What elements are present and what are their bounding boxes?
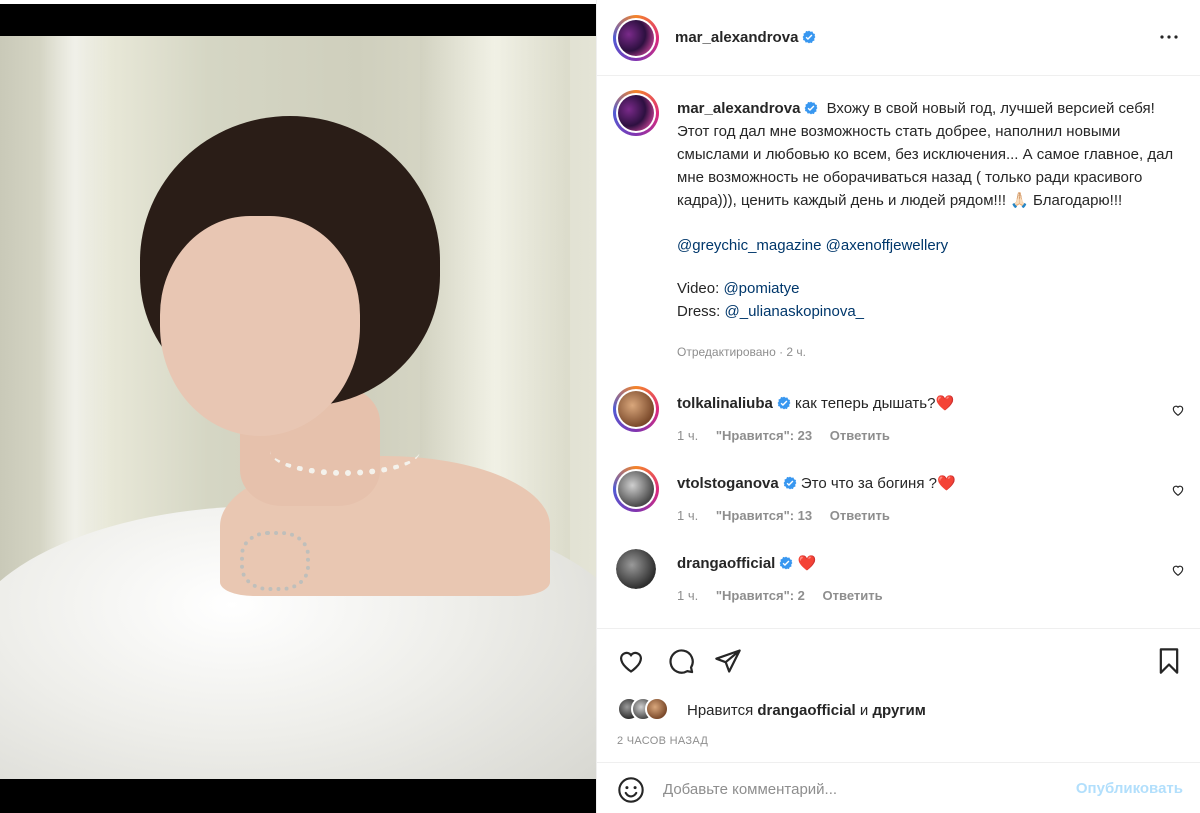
emoji-icon[interactable]: [617, 776, 645, 804]
commenter-avatar[interactable]: [616, 549, 656, 589]
top-strip: [0, 0, 596, 4]
mention-link[interactable]: @greychic_magazine: [677, 237, 821, 254]
more-icon[interactable]: [1157, 25, 1181, 49]
share-icon[interactable]: [714, 647, 742, 675]
caption-edited-meta: Отредактировано · 2 ч.: [677, 345, 806, 359]
liker-username[interactable]: drangaofficial: [757, 702, 855, 719]
verified-icon: [783, 476, 797, 490]
publish-button[interactable]: Опубликовать: [1076, 780, 1183, 797]
post-actions: Нравится drangaofficial и другим 2 ЧАСОВ…: [597, 628, 1200, 813]
heart-emoji: ❤️: [797, 555, 817, 572]
liker-avatar[interactable]: [645, 697, 669, 721]
caption-username[interactable]: mar_alexandrova: [677, 100, 818, 117]
comment-item: drangaofficial ❤️ 1 ч. "Нравится": 2 Отв…: [597, 546, 1200, 616]
post-header: mar_alexandrova: [597, 0, 1200, 76]
comment-likes-count[interactable]: "Нравится": 2: [716, 588, 805, 603]
commenter-avatar[interactable]: [613, 466, 659, 512]
comment-likes-count[interactable]: "Нравится": 23: [716, 428, 812, 443]
reply-button[interactable]: Ответить: [823, 588, 883, 603]
comment-meta: 1 ч. "Нравится": 13 Ответить: [677, 508, 890, 523]
mention-link[interactable]: @axenoffjewellery: [826, 237, 949, 254]
mention-link[interactable]: @_ulianaskopinova_: [725, 303, 865, 320]
comment-meta: 1 ч. "Нравится": 2 Ответить: [677, 588, 883, 603]
author-username[interactable]: mar_alexandrova: [675, 29, 816, 46]
comment-text: vtolstoganova Это что за богиня ?❤️: [677, 475, 956, 492]
comment-text: tolkalinaliuba как теперь дышать?❤️: [677, 395, 955, 412]
verified-icon: [804, 101, 818, 115]
heart-icon[interactable]: [617, 647, 645, 675]
likes-text: Нравится drangaofficial и другим: [687, 702, 926, 719]
caption-text: mar_alexandrova Вхожу в свой новый год, …: [677, 97, 1177, 323]
photo-brooch: [240, 531, 310, 591]
verified-icon: [779, 556, 793, 570]
post-timestamp[interactable]: 2 ЧАСОВ НАЗАД: [617, 735, 708, 747]
post-side-panel: mar_alexandrova mar_alexandrova Вхожу в …: [596, 0, 1200, 813]
photo-face: [160, 216, 360, 436]
heart-icon[interactable]: [1171, 563, 1185, 577]
comment-composer: Опубликовать: [597, 762, 1200, 813]
caption-video-credit: Video: @pomiatye: [677, 280, 800, 297]
verified-icon: [777, 396, 791, 410]
author-avatar[interactable]: [613, 15, 659, 61]
comment-text: drangaofficial ❤️: [677, 554, 816, 572]
comment-item: vtolstoganova Это что за богиня ?❤️ 1 ч.…: [597, 466, 1200, 536]
verified-icon: [802, 30, 816, 44]
comment-likes-count[interactable]: "Нравится": 13: [716, 508, 812, 523]
reply-button[interactable]: Ответить: [830, 508, 890, 523]
heart-icon[interactable]: [1171, 403, 1185, 417]
caption-author-avatar[interactable]: [613, 90, 659, 136]
caption-dress-credit: Dress: @_ulianaskopinova_: [677, 303, 865, 320]
mention-link[interactable]: @pomiatye: [723, 280, 799, 297]
post-photo[interactable]: [0, 36, 596, 779]
likes-others-link[interactable]: другим: [872, 702, 925, 719]
caption-mentions: @greychic_magazine @axenoffjewellery: [677, 234, 1177, 257]
commenter-username[interactable]: tolkalinaliuba: [677, 395, 773, 412]
comment-input[interactable]: [663, 775, 1063, 803]
heart-icon[interactable]: [1171, 483, 1185, 497]
heart-emoji: ❤️: [935, 395, 955, 412]
reply-button[interactable]: Ответить: [830, 428, 890, 443]
photo-necklace: [270, 426, 420, 476]
comment-meta: 1 ч. "Нравится": 23 Ответить: [677, 428, 890, 443]
post-media: [0, 0, 596, 813]
heart-emoji: ❤️: [936, 475, 956, 492]
commenter-username[interactable]: vtolstoganova: [677, 475, 779, 492]
comment-item: tolkalinaliuba как теперь дышать?❤️ 1 ч.…: [597, 386, 1200, 456]
commenter-username[interactable]: drangaofficial: [677, 555, 775, 572]
comment-icon[interactable]: [667, 647, 695, 675]
commenter-avatar[interactable]: [613, 386, 659, 432]
bookmark-icon[interactable]: [1155, 647, 1183, 675]
